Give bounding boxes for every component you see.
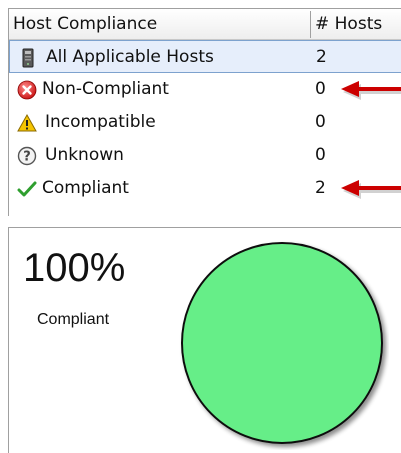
table-row-unknown[interactable]: ? Unknown 0 [9,139,401,172]
compliance-percentage: 100% [23,246,126,290]
row-label: Unknown [45,145,124,165]
green-check-icon [17,181,37,197]
row-label: Compliant [42,178,129,198]
pie-slice-compliant [181,242,383,444]
compliance-percentage-label: Compliant [37,311,110,328]
red-arrow-indicator [341,81,401,100]
table-header: Host Compliance # Hosts [9,9,401,40]
table-row-incompatible[interactable]: Incompatible 0 [9,106,401,139]
svg-text:?: ? [23,150,31,165]
row-label: Non-Compliant [42,79,169,99]
column-header-host-count[interactable]: # Hosts [315,9,382,39]
column-header-host-compliance[interactable]: Host Compliance [13,9,157,39]
row-label: All Applicable Hosts [46,47,214,67]
host-server-icon [22,48,34,68]
question-circle-icon: ? [17,146,37,166]
compliance-chart-panel: 100% Compliant [8,227,401,453]
row-count: 0 [315,112,326,132]
row-count: 0 [315,145,326,165]
row-label: Incompatible [45,112,156,132]
warning-triangle-icon [17,113,37,132]
table-row-all-applicable-hosts[interactable]: All Applicable Hosts 2 [9,40,401,73]
table-row-non-compliant[interactable]: Non-Compliant 0 [9,73,401,106]
column-divider[interactable] [310,11,311,38]
red-x-circle-icon [17,80,37,100]
row-count: 0 [315,79,326,99]
host-compliance-table: Host Compliance # Hosts All Applicable H… [8,8,401,216]
row-count: 2 [315,178,326,198]
compliance-pie-chart [181,242,383,444]
row-count: 2 [316,47,327,67]
table-row-compliant[interactable]: Compliant 2 [9,172,401,205]
red-arrow-indicator [341,180,401,199]
